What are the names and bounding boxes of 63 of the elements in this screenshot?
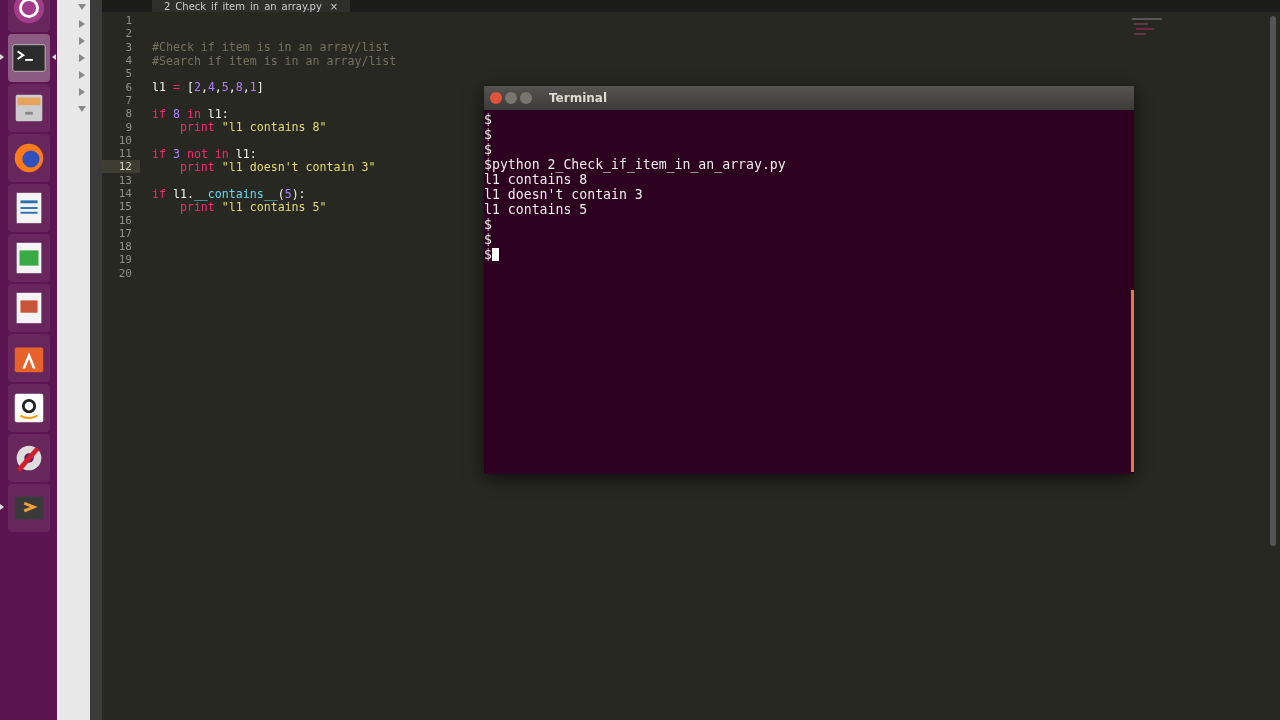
minimize-button[interactable] [505, 92, 517, 104]
terminal-line: $ [484, 247, 492, 262]
running-indicator-icon [0, 54, 4, 60]
text-cursor [491, 248, 499, 261]
collapse-arrow-icon[interactable] [78, 3, 86, 11]
line-number: 12 [102, 160, 140, 174]
line-number: 17 [117, 226, 133, 240]
code-line: #Search if item is in an array/list [151, 53, 397, 68]
presentation-icon[interactable] [7, 284, 50, 332]
shopping-bag-icon[interactable] [7, 334, 50, 382]
line-number: 18 [117, 240, 133, 254]
editor-icon[interactable] [7, 484, 50, 532]
line-number: 16 [117, 213, 133, 227]
expand-arrow-icon[interactable] [78, 71, 86, 79]
browser-icon[interactable] [7, 134, 50, 182]
line-number: 9 [124, 120, 133, 134]
code-line: print "l1 contains 5" [178, 199, 327, 214]
terminal-line: l1 doesn't contain 3 [484, 187, 643, 202]
expand-arrow-icon[interactable] [78, 88, 86, 96]
spreadsheet-icon[interactable] [7, 234, 50, 282]
collapse-arrow-icon[interactable] [78, 105, 86, 113]
terminal-line: $ [484, 232, 492, 247]
code-line: #Check if item is in an array/list [151, 40, 390, 55]
code-line: if 8 in l1: [151, 106, 229, 121]
code-line: if 3 not in l1: [151, 146, 257, 161]
maximize-button[interactable] [520, 92, 532, 104]
expand-arrow-icon[interactable] [78, 20, 86, 28]
scrollbar[interactable] [1270, 16, 1276, 546]
line-number: 6 [124, 80, 133, 94]
code-line: if l1.__contains__(5): [151, 186, 306, 201]
line-number: 7 [124, 93, 133, 107]
line-number: 14 [117, 187, 133, 200]
terminal-line: l1 contains 8 [484, 172, 588, 187]
line-number: 2 [124, 27, 133, 41]
window-title: Terminal [549, 91, 608, 105]
line-number: 15 [117, 200, 133, 214]
terminal-line: $ [484, 142, 492, 157]
terminal-line: $python 2_Check_if_item_in_an_array.py [484, 157, 786, 172]
close-button[interactable] [490, 92, 502, 104]
expand-arrow-icon[interactable] [78, 37, 86, 45]
line-number: 13 [117, 173, 133, 187]
line-number: 1 [124, 14, 133, 28]
terminal-line: l1 contains 5 [484, 202, 588, 217]
running-indicator-icon [0, 504, 4, 510]
line-number: 20 [117, 266, 133, 280]
document-icon[interactable] [7, 184, 50, 232]
code-line: print "l1 contains 8" [178, 120, 327, 135]
line-number: 10 [117, 133, 133, 147]
terminal-line: $ [484, 112, 492, 127]
code-line: print "l1 doesn't contain 3" [178, 159, 376, 174]
terminal-line: $ [484, 127, 492, 142]
line-number: 5 [124, 67, 133, 81]
scrollbar[interactable] [1131, 290, 1134, 472]
line-number: 3 [124, 40, 133, 54]
line-number: 8 [124, 107, 133, 121]
file-cabinet-icon[interactable] [7, 84, 50, 132]
line-number: 11 [117, 147, 133, 161]
line-number: 4 [124, 54, 133, 68]
terminal-icon[interactable] [7, 34, 50, 82]
terminal-line: $ [484, 217, 492, 232]
line-number: 19 [117, 253, 133, 267]
expand-arrow-icon[interactable] [78, 54, 86, 62]
code-line: l1 = [2,4,5,8,1] [151, 80, 264, 95]
